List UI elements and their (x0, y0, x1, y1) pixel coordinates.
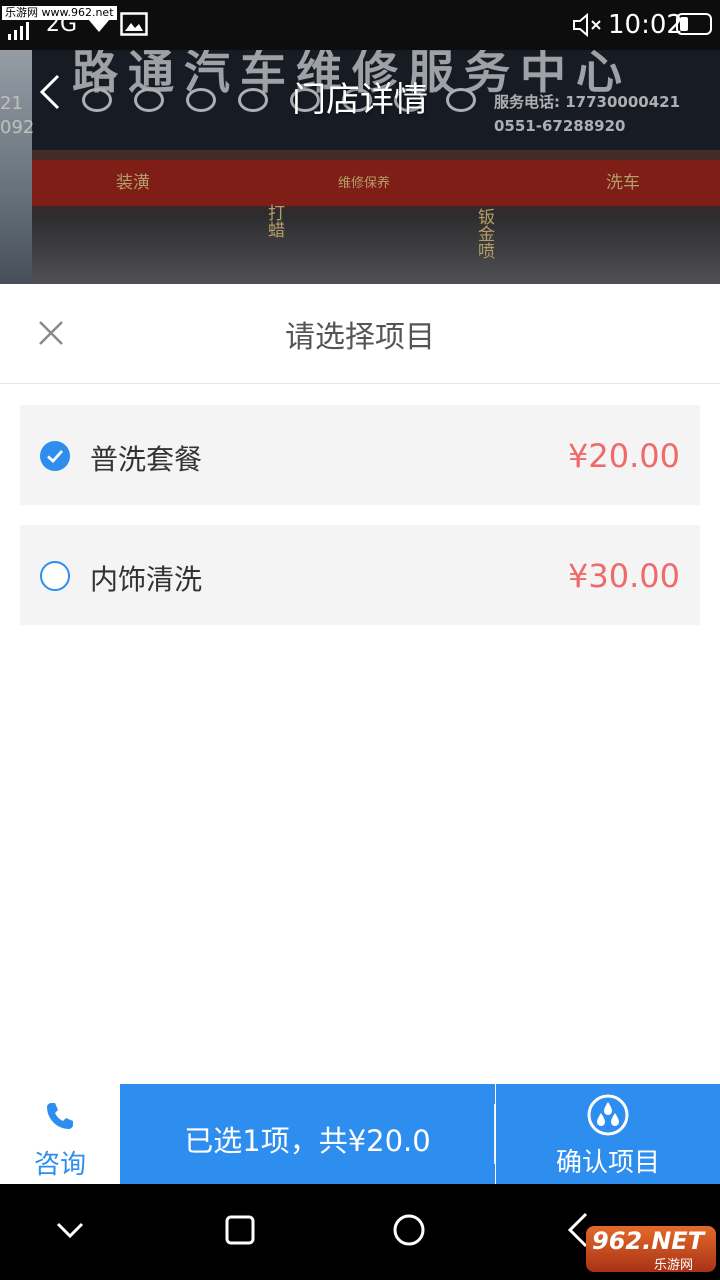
consult-button[interactable]: 咨询 (0, 1084, 120, 1184)
list-item[interactable]: 内饰清洗 ¥30.00 (20, 525, 700, 625)
square-icon (225, 1215, 255, 1245)
sheet-title: 请选择项目 (285, 320, 435, 355)
chevron-down-icon (56, 1222, 84, 1239)
image-notification-icon (120, 12, 148, 40)
item-name: 内饰清洗 (90, 563, 203, 596)
battery-icon (676, 13, 712, 35)
action-bar: 咨询 已选1项，共¥20.0 确认项目 (0, 1084, 720, 1184)
item-price: ¥30.00 (568, 557, 680, 595)
consult-label: 咨询 (33, 1150, 86, 1180)
confirm-button[interactable]: 确认项目 (496, 1084, 720, 1184)
item-name: 普洗套餐 (90, 443, 203, 476)
sheet-header: 请选择项目 (0, 284, 720, 384)
back-button[interactable] (36, 72, 66, 116)
circle-icon (393, 1214, 425, 1246)
item-price: ¥20.00 (568, 437, 680, 475)
watermark-main: 962.NET (592, 1227, 705, 1255)
nav-recent-button[interactable] (224, 1210, 256, 1254)
status-time: 10:02 (608, 10, 683, 40)
water-drops-icon (586, 1093, 630, 1141)
select-item-sheet: 请选择项目 普洗套餐 ¥20.00 内饰清洗 ¥30.00 (0, 284, 720, 1084)
list-item[interactable]: 普洗套餐 ¥20.00 (20, 405, 700, 505)
check-circle-icon[interactable] (40, 441, 70, 471)
selection-summary: 已选1项，共¥20.0 (120, 1084, 495, 1184)
watermark-logo: 962.NET 乐游网 (586, 1226, 716, 1273)
mute-icon (572, 12, 604, 42)
confirm-label: 确认项目 (555, 1148, 660, 1178)
chevron-left-icon (39, 74, 60, 110)
summary-text: 已选1项，共¥20.0 (184, 1124, 431, 1158)
signal-icon (8, 22, 29, 40)
nav-home-button[interactable] (392, 1210, 426, 1254)
nav-hide-button[interactable] (54, 1210, 86, 1254)
phone-icon (44, 1100, 76, 1136)
empty-circle-icon[interactable] (40, 561, 70, 591)
watermark-sub: 乐游网 (654, 1258, 694, 1273)
watermark-top: 乐游网 www.962.net (2, 6, 117, 20)
page-title: 门店详情 (292, 80, 428, 120)
